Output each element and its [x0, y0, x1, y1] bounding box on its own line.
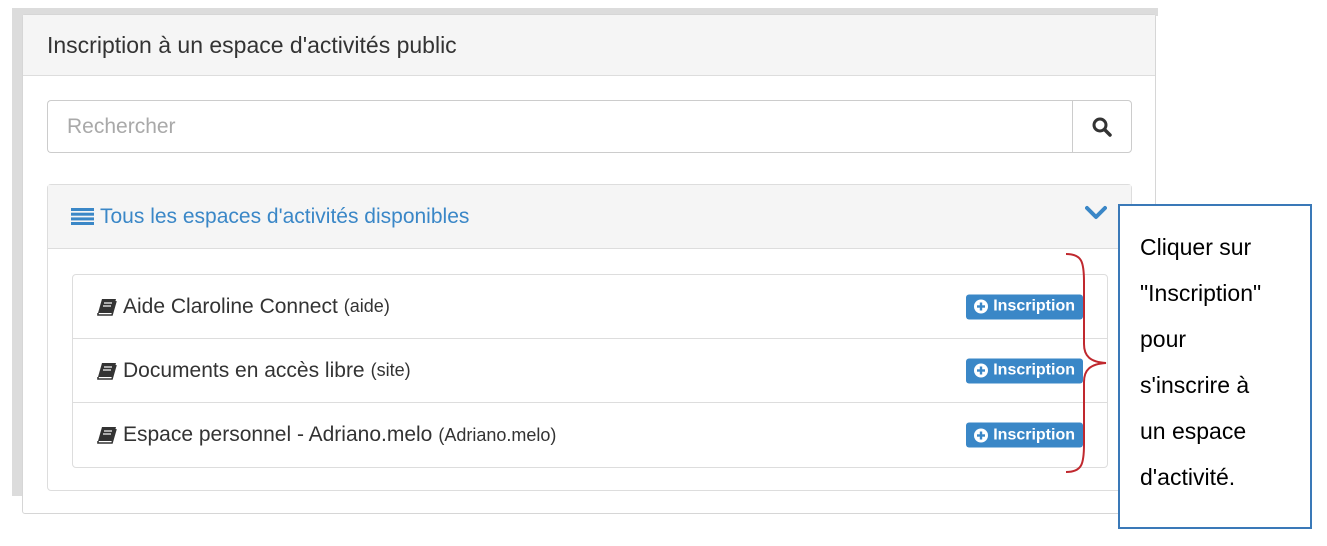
callout-line: un espace [1140, 418, 1247, 444]
screenshot-frame-left [12, 8, 22, 496]
callout-line: pour [1140, 326, 1187, 352]
instruction-callout: Cliquer sur "Inscription" pour s'inscrir… [1118, 204, 1312, 529]
list-item: Documents en accès libre (site) Inscript… [73, 339, 1107, 403]
workspaces-heading[interactable]: Tous les espaces d'activités disponibles [48, 185, 1131, 249]
workspace-list: Aide Claroline Connect (aide) Inscriptio… [72, 274, 1108, 468]
workspaces-heading-title: Tous les espaces d'activités disponibles [100, 204, 470, 228]
workspace-code: (aide) [343, 296, 390, 316]
plus-circle-icon [974, 299, 989, 314]
search-group [47, 100, 1132, 153]
callout-line: d'activité. [1140, 464, 1236, 490]
search-icon [1092, 117, 1112, 137]
callout-line: "Inscription" [1140, 280, 1262, 306]
book-icon [97, 427, 117, 444]
curly-brace-annotation [1065, 253, 1107, 473]
plus-circle-icon [974, 428, 989, 442]
list-icon [71, 208, 94, 225]
workspaces-panel: Tous les espaces d'activités disponibles… [47, 184, 1132, 491]
list-item: Aide Claroline Connect (aide) Inscriptio… [73, 275, 1107, 339]
chevron-down-icon[interactable] [1085, 205, 1107, 221]
workspace-code: (Adriano.melo) [438, 424, 557, 445]
book-icon [97, 298, 117, 316]
public-workspace-panel: Inscription à un espace d'activités publ… [22, 14, 1156, 514]
workspace-name: Aide Claroline Connect [123, 294, 338, 318]
search-input[interactable] [47, 100, 1072, 153]
panel-title: Inscription à un espace d'activités publ… [23, 15, 1155, 76]
workspace-name: Espace personnel - Adriano.melo [123, 423, 433, 446]
workspace-code: (site) [370, 360, 411, 380]
workspace-name: Documents en accès libre [123, 358, 365, 382]
list-item: Espace personnel - Adriano.melo (Adriano… [73, 403, 1107, 467]
callout-line: Cliquer sur [1140, 234, 1252, 260]
plus-circle-icon [974, 363, 989, 378]
search-button[interactable] [1072, 100, 1132, 153]
callout-line: s'inscrire à [1140, 372, 1250, 398]
book-icon [97, 362, 117, 380]
